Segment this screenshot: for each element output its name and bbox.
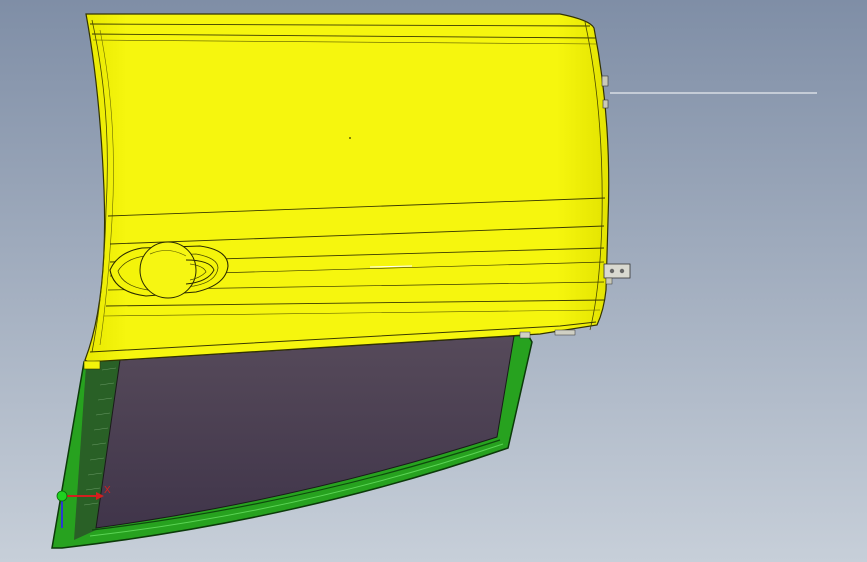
- door-panel[interactable]: [84, 13, 610, 363]
- triad-axes: [56, 490, 104, 528]
- model-scene[interactable]: [0, 0, 867, 562]
- graphics-viewport[interactable]: X: [0, 0, 867, 562]
- triad-x-arrow: [96, 492, 104, 500]
- triad-x-label: X: [104, 485, 111, 496]
- coordinate-triad[interactable]: X: [52, 482, 112, 532]
- triad-y-axis: [56, 490, 68, 502]
